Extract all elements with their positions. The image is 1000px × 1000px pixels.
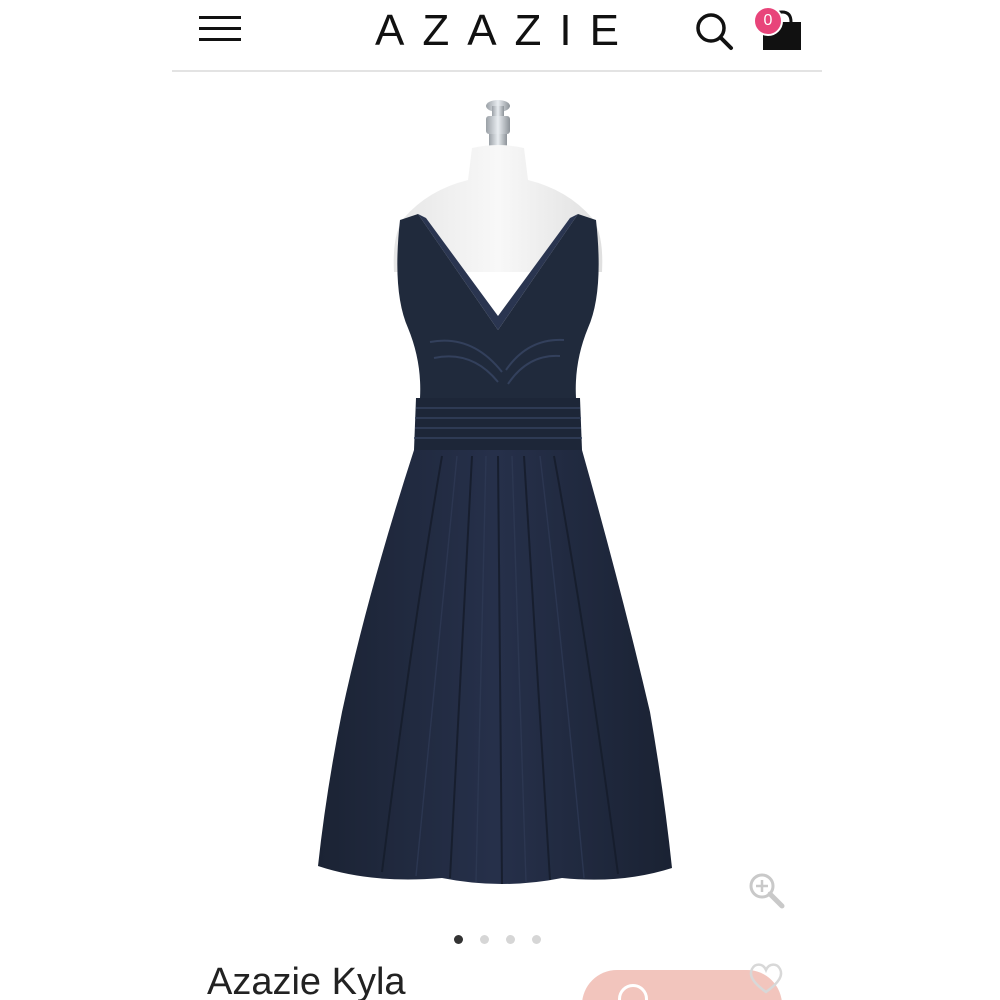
menu-line bbox=[199, 38, 241, 41]
carousel-dot[interactable] bbox=[480, 935, 489, 944]
carousel-dot[interactable] bbox=[454, 935, 463, 944]
heart-icon[interactable] bbox=[746, 960, 786, 996]
carousel-dots bbox=[450, 935, 550, 947]
cart-count-badge: 0 bbox=[753, 6, 783, 36]
button-icon bbox=[618, 984, 648, 1000]
mannequin-cap bbox=[486, 100, 510, 148]
carousel-dot[interactable] bbox=[532, 935, 541, 944]
hamburger-menu-icon[interactable] bbox=[197, 14, 243, 44]
zoom-in-icon[interactable] bbox=[744, 868, 790, 914]
product-image[interactable] bbox=[172, 72, 822, 922]
site-logo[interactable]: AZAZIE bbox=[332, 6, 662, 56]
product-title: Azazie Kyla bbox=[207, 961, 406, 1000]
menu-line bbox=[199, 27, 241, 30]
cart-button[interactable]: 0 bbox=[747, 2, 807, 58]
dress-waistband bbox=[414, 398, 582, 450]
menu-line bbox=[199, 16, 241, 19]
site-header: AZAZIE 0 bbox=[172, 0, 822, 72]
carousel-dot[interactable] bbox=[506, 935, 515, 944]
search-icon[interactable] bbox=[692, 8, 738, 54]
dress-skirt bbox=[318, 450, 672, 884]
product-page: AZAZIE 0 Azazie Kyla bbox=[0, 0, 1000, 1000]
